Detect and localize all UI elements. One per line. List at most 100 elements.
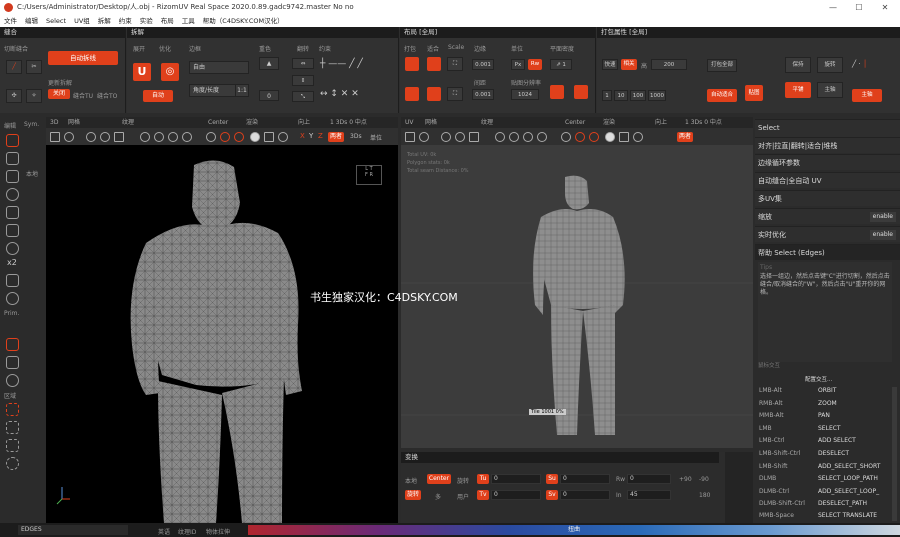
vp3d-light-icon[interactable] (250, 132, 260, 142)
menu-uv[interactable]: UV组 (70, 15, 94, 27)
sphere-icon[interactable] (6, 188, 19, 201)
main-axis-button[interactable]: 主轴 (852, 89, 882, 102)
iter-1000[interactable]: 1000 (648, 90, 666, 101)
vp3d-cross-icon[interactable] (220, 132, 230, 142)
constraint-pin-icon[interactable]: ┼ —— ╱ ╱ (320, 59, 363, 69)
menu-help[interactable]: 帮助（C4DSKY.COM汉化） (199, 15, 288, 27)
tf-sv-input[interactable]: 0 (560, 490, 610, 500)
vpuv-sphere-icon[interactable] (419, 132, 429, 142)
vpuv-checker2-icon[interactable] (509, 132, 519, 142)
spacing-input[interactable]: 0.001 (472, 89, 494, 100)
rp-multi-uv-row[interactable]: 多UV集 (755, 190, 900, 206)
fit-island-button[interactable] (427, 87, 441, 101)
vpuv-checker-icon[interactable] (495, 132, 505, 142)
viewport-3d[interactable]: L TF R (46, 145, 398, 523)
vp3d-globe2-icon[interactable] (100, 132, 110, 142)
auto-fit-button[interactable]: 自动适合 (707, 89, 737, 102)
rp-select-header[interactable]: Select (755, 119, 900, 137)
rp-config-link[interactable]: 配置交互... (805, 375, 832, 383)
tf-rot-button[interactable]: 旋转 (405, 490, 421, 500)
tf-rw-input[interactable]: 0 (627, 474, 671, 484)
vertex-icon[interactable] (6, 356, 19, 369)
rp-live-enable[interactable]: enable (869, 230, 896, 240)
map-res-input[interactable]: 1024 (511, 89, 539, 100)
menu-unfold[interactable]: 拆解 (94, 15, 115, 27)
vp3d-cube-icon[interactable] (50, 132, 60, 142)
cut-tool-button[interactable]: ╱ (6, 60, 22, 74)
tf-rotate-label[interactable]: 旋转 (457, 476, 469, 485)
vp3d-grid2-icon[interactable] (264, 132, 274, 142)
planar-button[interactable]: 主轴 (817, 82, 843, 98)
vpuv-light-icon[interactable] (605, 132, 615, 142)
seam-to-label[interactable]: 缝合TO (97, 91, 117, 100)
axis-y-label[interactable]: Y (309, 132, 313, 140)
vpuv-globe2-icon[interactable] (455, 132, 465, 142)
vpuv-frame-icon[interactable] (561, 132, 571, 142)
seam-tu-label[interactable]: 缝合TU (73, 91, 93, 100)
pack-button[interactable] (405, 57, 419, 71)
tf-plus90[interactable]: +90 (679, 476, 692, 483)
tf-minus90[interactable]: -90 (699, 476, 709, 483)
scale-button[interactable]: ⛶ (447, 57, 463, 71)
menu-edit[interactable]: 编辑 (21, 15, 42, 27)
scale-island-button[interactable]: ⛶ (447, 87, 463, 101)
seam-off-button[interactable]: 关闭 (48, 89, 70, 99)
menu-lab[interactable]: 实验 (136, 15, 157, 27)
vp3d-checker2-icon[interactable] (154, 132, 164, 142)
stitch-tool-button[interactable]: ✂ (26, 60, 42, 74)
tf-su-input[interactable]: 0 (560, 474, 610, 484)
rp-edge-loop-row[interactable]: 边缘循环参数 (755, 154, 900, 170)
axis-options-icon[interactable]: ╱ · │ (852, 60, 867, 68)
vp3d-target-icon[interactable] (234, 132, 244, 142)
stack-icon[interactable] (6, 274, 19, 287)
tile-button[interactable]: 平铺 (785, 82, 811, 98)
shield-icon[interactable] (6, 292, 19, 305)
quality-res-input[interactable]: 200 (651, 59, 687, 70)
tf-tv-input[interactable]: 0 (491, 490, 541, 500)
axis-z-label[interactable]: Z (318, 132, 323, 140)
rotate-button[interactable]: 旋转 (817, 57, 843, 73)
vpuv-cross-icon[interactable] (575, 132, 585, 142)
tf-user-label[interactable]: 用户 (457, 492, 469, 501)
optimize-o-button[interactable]: ◎ (161, 63, 179, 81)
vpuv-grid3-icon[interactable] (619, 132, 629, 142)
grid-icon[interactable] (6, 170, 19, 183)
paint-select-icon[interactable] (6, 439, 19, 452)
keep-button[interactable]: 保持 (785, 57, 811, 73)
vp3d-frame-icon[interactable] (206, 132, 216, 142)
view-cube-icon[interactable]: L TF R (356, 165, 382, 185)
tf-su-label[interactable]: Su (546, 474, 558, 484)
vp3d-grid-icon[interactable] (114, 132, 124, 142)
vp3d-unit-label[interactable]: 单位 (370, 133, 382, 142)
vp3d-globe-icon[interactable] (86, 132, 96, 142)
circle-select-icon[interactable] (6, 457, 19, 470)
edge-icon[interactable] (6, 338, 19, 351)
status-texture-id[interactable]: 纹理ID (178, 527, 196, 536)
menu-tools[interactable]: 工具 (178, 15, 199, 27)
rp-scrollbar[interactable] (892, 387, 897, 521)
select-arrow-icon[interactable] (6, 134, 19, 147)
move-icon[interactable] (6, 152, 19, 165)
vpuv-target-icon[interactable] (589, 132, 599, 142)
rect-select-icon[interactable] (6, 403, 19, 416)
status-english[interactable]: 英语 (158, 527, 170, 536)
quality-related[interactable]: 相关 (621, 59, 637, 70)
menu-select[interactable]: Select (42, 15, 70, 27)
tf-tu-label[interactable]: Tu (477, 474, 489, 484)
menu-constraint[interactable]: 约束 (115, 15, 136, 27)
vp3d-checker-icon[interactable] (140, 132, 150, 142)
vp3d-checker4-icon[interactable] (182, 132, 192, 142)
tf-sv-label[interactable]: Sv (546, 490, 558, 500)
vpuv-shade-icon[interactable] (633, 132, 643, 142)
iter-1[interactable]: 1 (602, 90, 612, 101)
unfold-auto-button[interactable]: 自动 (143, 90, 173, 102)
density-input[interactable]: ⇗ 1 (550, 59, 572, 70)
minimize-button[interactable]: — (820, 0, 846, 15)
vpuv-grid-icon[interactable] (405, 132, 415, 142)
unit-px-button[interactable]: Px (511, 59, 525, 70)
vp3d-shade-icon[interactable] (278, 132, 288, 142)
status-mode[interactable]: EDGES (18, 525, 128, 535)
maximize-button[interactable]: ☐ (846, 0, 872, 15)
unit-rw-button[interactable]: Rw (528, 59, 542, 70)
box-icon[interactable] (6, 206, 19, 219)
